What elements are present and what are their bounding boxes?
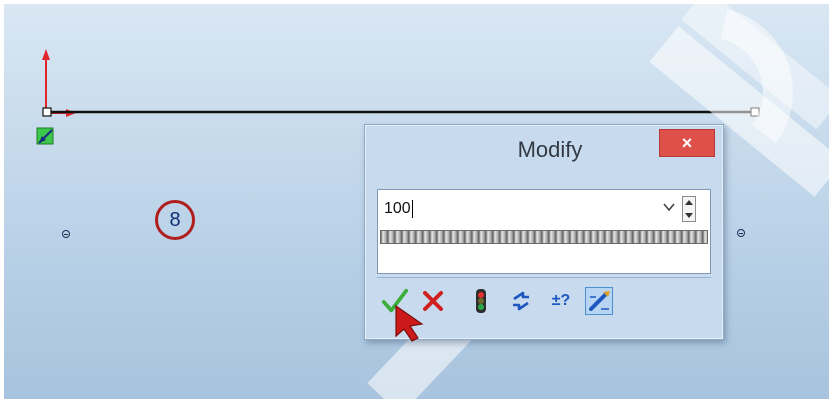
tolerance-button[interactable] <box>585 287 613 315</box>
origin-y-arrow <box>42 49 50 60</box>
value-input[interactable]: 100 <box>382 194 644 224</box>
close-icon: × <box>681 132 693 153</box>
plus-minus-question-icon: ±? <box>551 292 571 309</box>
horizontal-relation-icon <box>36 127 54 145</box>
rebuild-button[interactable] <box>467 287 495 315</box>
spin-up-icon[interactable] <box>685 200 693 205</box>
step-number-annotation: 8 <box>155 200 195 240</box>
mark-for-drawing-button[interactable]: ±? <box>547 287 575 315</box>
line-start-endpoint <box>42 107 52 117</box>
reverse-direction-button[interactable] <box>507 287 535 315</box>
value-text: 100 <box>384 200 411 217</box>
pencil-dimension-icon <box>589 291 610 311</box>
mouse-cursor-icon <box>395 304 424 342</box>
traffic-light-icon <box>476 289 486 313</box>
step-number: 8 <box>169 208 181 231</box>
dimension-arrow-right-marker <box>737 229 745 237</box>
graphics-area[interactable]: 8 Modify × 100 ±? <box>4 4 829 399</box>
spin-down-icon[interactable] <box>685 213 693 218</box>
chevron-down-icon[interactable] <box>662 200 676 214</box>
dialog-divider <box>377 277 711 278</box>
thumbwheel-slider[interactable] <box>380 230 708 244</box>
reverse-arrow-icon <box>513 291 529 311</box>
value-spinner[interactable] <box>682 196 696 222</box>
line-end-endpoint <box>750 107 760 117</box>
value-input-area: 100 <box>377 189 711 274</box>
text-caret <box>411 199 413 218</box>
close-button[interactable]: × <box>659 129 715 157</box>
dimension-arrow-left-marker <box>62 230 70 238</box>
